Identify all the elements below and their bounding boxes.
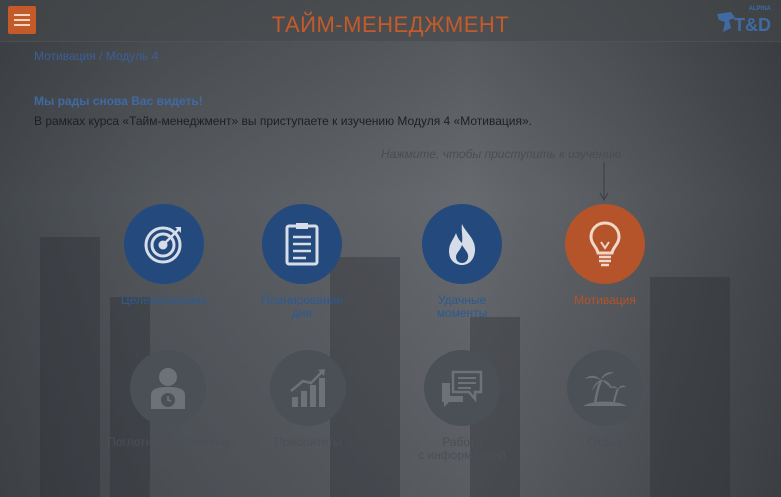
logo-text-top: ALPINA: [748, 6, 771, 12]
module-time-wasters-locked[interactable]: Поглотители времени: [103, 350, 233, 449]
module-lucky-moments[interactable]: Удачные моменты: [397, 204, 527, 320]
top-bar: ТАЙМ-МЕНЕДЖМЕНТ ALPINA T&D: [0, 0, 781, 42]
module-label: Мотивация: [574, 293, 636, 307]
alpina-logo: ALPINA T&D: [715, 6, 771, 36]
flame-icon: [422, 204, 502, 284]
module-motivation-current[interactable]: Мотивация: [540, 204, 670, 307]
clipboard-icon: [262, 204, 342, 284]
hint-arrow-icon: [599, 162, 609, 202]
palm-island-icon: [567, 350, 643, 426]
module-info-work-locked[interactable]: Работа с информацией: [397, 350, 527, 462]
module-label: Отдых: [586, 435, 624, 449]
intro-text: В рамках курса «Тайм-менеджмент» вы прис…: [34, 114, 532, 128]
module-label: Целеполагание: [120, 293, 208, 307]
module-label: Приоритеты: [274, 435, 342, 449]
person-clock-icon: [130, 350, 206, 426]
module-rest-locked[interactable]: Отдых: [540, 350, 670, 449]
module-priorities-locked[interactable]: Приоритеты: [243, 350, 373, 449]
page-title: ТАЙМ-МЕНЕДЖМЕНТ: [271, 12, 510, 37]
module-label: Поглотители времени: [107, 435, 229, 449]
hint-text: Нажмите, чтобы приступить к изучению: [381, 147, 622, 161]
module-label: Планирование дня: [261, 293, 343, 320]
lightbulb-icon: [565, 204, 645, 284]
module-goal-setting[interactable]: Целеполагание: [99, 204, 229, 307]
growth-chart-icon: [270, 350, 346, 426]
breadcrumb[interactable]: Мотивация / Модуль 4: [34, 49, 158, 63]
chat-bubbles-icon: [424, 350, 500, 426]
module-label: Удачные моменты: [436, 293, 488, 320]
greeting-heading: Мы рады снова Вас видеть!: [34, 94, 203, 108]
target-icon: [124, 204, 204, 284]
logo-text: T&D: [734, 15, 771, 35]
module-label: Работа с информацией: [418, 435, 506, 462]
module-day-planning[interactable]: Планирование дня: [237, 204, 367, 320]
